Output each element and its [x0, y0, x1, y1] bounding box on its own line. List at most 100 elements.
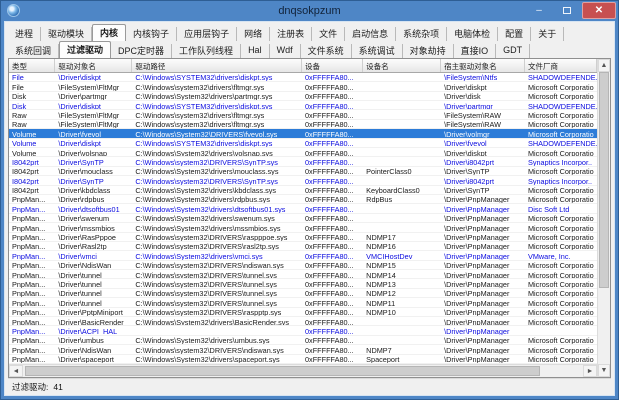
tab-直接IO[interactable]: 直接IO — [454, 43, 497, 58]
scroll-down-icon[interactable]: ▼ — [598, 364, 610, 377]
scroll-left-icon[interactable]: ◄ — [9, 365, 23, 377]
scroll-up-icon[interactable]: ▲ — [598, 58, 610, 72]
table-row[interactable]: PnpMan... \Driver\tunnel C:\Windows\system… — [9, 270, 597, 280]
table-row[interactable]: Disk \Driver\partmgr C:\Windows\System32\d… — [9, 91, 597, 102]
column-header-type[interactable]: 类型 — [9, 58, 56, 72]
tab-进程[interactable]: 进程 — [8, 26, 42, 41]
cell-vendor: Microsoft Corporatio — [527, 82, 594, 91]
table-row[interactable]: Volume \Driver\diskpt C:\Windows\SYSTEM32\… — [9, 138, 597, 149]
cell-host: \Driver\disk — [444, 92, 481, 101]
table-row[interactable]: PnpMan... \Driver\tunnel C:\Windows\system… — [9, 279, 597, 289]
cell-device_name — [363, 73, 441, 81]
title-bar: dnqsokpzum – ✕ — [1, 1, 618, 21]
table-row[interactable]: Raw \FileSystem\FltMgr C:\Windows\system32… — [9, 119, 597, 130]
table-row[interactable]: PnpMan... \Driver\swenum C:\Windows\System… — [9, 213, 597, 224]
tab-网络[interactable]: 网络 — [237, 26, 271, 41]
table-row[interactable]: PnpMan... \Driver\PptpMiniport C:\Windows\… — [9, 307, 597, 318]
tab-工作队列线程[interactable]: 工作队列线程 — [172, 43, 242, 58]
cell-device: 0xFFFFFA80... — [305, 270, 354, 279]
vertical-scroll-thumb[interactable] — [599, 71, 609, 289]
cell-vendor: Microsoft Corporatio — [527, 167, 594, 176]
tab-注册表[interactable]: 注册表 — [270, 26, 313, 41]
column-header-device_name[interactable]: 设备名 — [363, 58, 442, 72]
vertical-scrollbar[interactable]: ▲ ▼ — [597, 58, 610, 377]
table-row[interactable]: File \Driver\diskpt C:\Windows\SYSTEM32\dr… — [9, 72, 597, 83]
cell-device: 0xFFFFFA80... — [305, 345, 354, 354]
cell-device_name — [363, 326, 441, 334]
cell-device_name — [363, 110, 441, 118]
table-row[interactable]: PnpMan... \Driver\BasicRender C:\Windows\S… — [9, 317, 597, 327]
cell-vendor: Microsoft Corporatio — [527, 279, 594, 288]
vertical-scroll-track[interactable] — [598, 71, 610, 364]
column-header-device[interactable]: 设备 — [302, 58, 364, 72]
tab-关于[interactable]: 关于 — [531, 26, 565, 41]
tab-过滤驱动[interactable]: 过滤驱动 — [59, 40, 112, 58]
horizontal-scroll-track[interactable] — [23, 365, 583, 377]
tab-GDT[interactable]: GDT — [496, 43, 531, 58]
cell-path: C:\Windows\system32\DRIVERS\rasl2tp.sys — [135, 242, 279, 251]
table-row[interactable]: PnpMan... \Driver\rdpbus C:\Windows\System… — [9, 194, 597, 205]
tab-系统回调[interactable]: 系统回调 — [8, 43, 60, 58]
column-header-path[interactable]: 驱动路径 — [132, 58, 302, 72]
table-row[interactable]: Raw \FileSystem\FltMgr C:\Windows\system32… — [9, 110, 597, 120]
table-row[interactable]: PnpMan... \Driver\umbus C:\Windows\System3… — [9, 335, 597, 346]
tab-内核[interactable]: 内核 — [92, 23, 127, 41]
cell-vendor: Synaptics Incorpor.. — [527, 176, 593, 185]
tab-配置[interactable]: 配置 — [498, 26, 532, 41]
tab-Wdf[interactable]: Wdf — [270, 43, 301, 58]
cell-vendor: Microsoft Corporatio — [527, 355, 594, 363]
cell-object: \Driver\rdpbus — [58, 195, 105, 204]
table-row[interactable]: PnpMan... \Driver\RasPppoe C:\Windows\syst… — [9, 232, 597, 242]
table-row[interactable]: I8042prt \Driver\SynTP C:\Windows\system32… — [9, 176, 597, 186]
table-row[interactable]: Disk \Driver\diskpt C:\Windows\SYSTEM32\dr… — [9, 101, 597, 111]
tab-驱动模块[interactable]: 驱动模块 — [41, 26, 93, 41]
cell-device_name: NDMP15 — [366, 261, 396, 270]
table-row[interactable]: PnpMan... \Driver\mssmbios C:\Windows\Syst… — [9, 223, 597, 233]
tab-启动信息[interactable]: 启动信息 — [345, 26, 397, 41]
table-row[interactable]: I8042prt \Driver\mouclass C:\Windows\Syste… — [9, 166, 597, 177]
cell-object: \Driver\RasPppoe — [58, 233, 116, 241]
table-row[interactable]: PnpMan... \Driver\vmci C:\Windows\System32… — [9, 251, 597, 261]
tab-Hal[interactable]: Hal — [241, 43, 270, 58]
tab-文件系统[interactable]: 文件系统 — [301, 43, 352, 58]
cell-object: \Driver\diskpt — [58, 101, 101, 110]
scroll-right-icon[interactable]: ► — [583, 365, 597, 377]
table-row[interactable]: Volume \Driver\fvevol C:\Windows\System32\… — [9, 129, 597, 139]
cell-device_name — [363, 223, 441, 231]
table-row[interactable]: File \FileSystem\FltMgr C:\Windows\system3… — [9, 82, 597, 92]
column-header-vendor[interactable]: 文件厂商 — [525, 58, 597, 72]
cell-host: \Driver\SynTP — [444, 167, 490, 176]
table-row[interactable]: PnpMan... \Driver\tunnel C:\Windows\system… — [9, 288, 597, 299]
table-row[interactable]: PnpMan... \Driver\spaceport C:\Windows\Sys… — [9, 354, 597, 364]
horizontal-scroll-thumb[interactable] — [25, 366, 541, 376]
tab-文件[interactable]: 文件 — [312, 26, 346, 41]
filter-driver-table-panel: 类型 驱动对象名 驱动路径 设备 设备名 宿主驱动对象名 文件厂商 File \Driver\… — [8, 57, 611, 378]
table-row[interactable]: PnpMan... \Driver\tunnel C:\Windows\system… — [9, 298, 597, 308]
cell-device_name — [363, 176, 441, 184]
tab-电脑体检[interactable]: 电脑体检 — [447, 26, 499, 41]
tab-DPC定时器[interactable]: DPC定时器 — [111, 43, 173, 58]
maximize-button[interactable] — [554, 2, 580, 19]
close-button[interactable]: ✕ — [582, 2, 616, 20]
tab-系统杂项[interactable]: 系统杂项 — [396, 26, 448, 41]
table-row[interactable]: PnpMan... \Driver\NdisWan C:\Windows\syste… — [9, 345, 597, 355]
table-row[interactable]: I8042prt \Driver\kbdclass C:\Windows\Syste… — [9, 185, 597, 195]
table-row[interactable]: PnpMan... \Driver\NdisWan C:\Windows\syste… — [9, 260, 597, 271]
table-row[interactable]: I8042prt \Driver\SynTP C:\Windows\system32… — [9, 157, 597, 167]
cell-host: \Driver\PnpManager — [444, 242, 510, 251]
cell-host: \Driver\PnpManager — [444, 270, 510, 279]
minimize-button[interactable]: – — [526, 2, 552, 19]
tab-内核钩子[interactable]: 内核钩子 — [126, 26, 178, 41]
tab-应用层钩子[interactable]: 应用层钩子 — [177, 26, 238, 41]
column-header-host[interactable]: 宿主驱动对象名 — [441, 58, 525, 72]
column-header-object[interactable]: 驱动对象名 — [55, 58, 133, 72]
table-row[interactable]: PnpMan... \Driver\Rasl2tp C:\Windows\syste… — [9, 241, 597, 252]
horizontal-scrollbar[interactable]: ◄ ► — [9, 364, 597, 377]
cell-object: \Driver\diskpt — [58, 139, 101, 148]
table-row[interactable]: PnpMan... \Driver\ACPI_HAL 0xFFFFFA80... \D… — [9, 326, 597, 336]
tab-系统调试[interactable]: 系统调试 — [352, 43, 403, 58]
table-row[interactable]: PnpMan... \Driver\dtsoftbus01 C:\Windows\S… — [9, 204, 597, 214]
cell-type: PnpMan... — [12, 195, 46, 204]
table-row[interactable]: Volume \Driver\volsnap C:\Windows\System32… — [9, 148, 597, 158]
tab-对象劫持[interactable]: 对象劫持 — [403, 43, 454, 58]
